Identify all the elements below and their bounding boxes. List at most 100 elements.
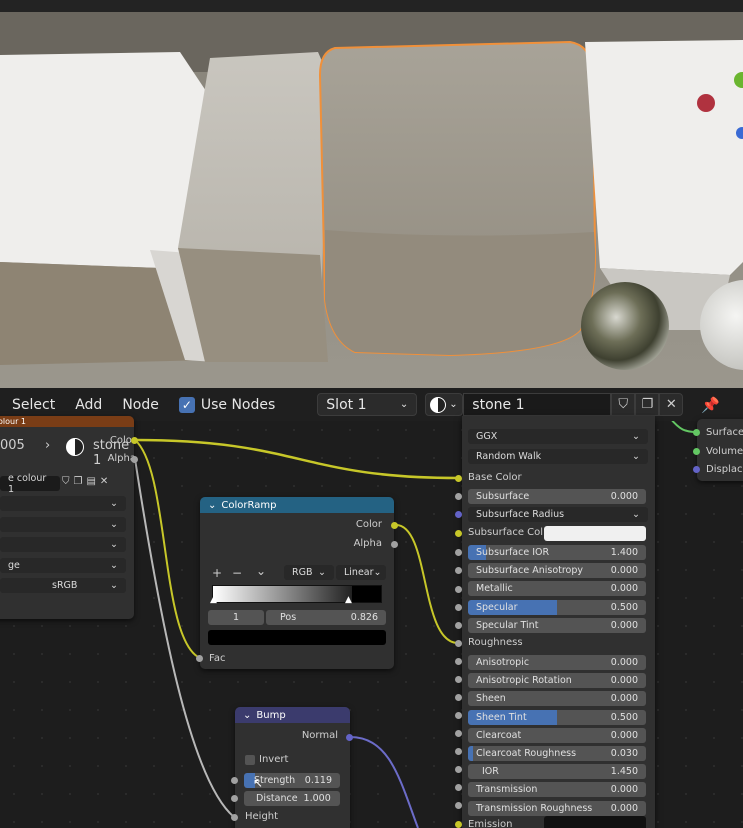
add-stop-button[interactable]: + [212, 566, 222, 580]
slot-dropdown[interactable]: Slot 1 ⌄ [317, 393, 418, 416]
pin-icon[interactable]: 📌 [701, 396, 720, 414]
menu-select[interactable]: Select [2, 397, 65, 413]
bsdf-field-specular-tint[interactable]: Specular Tint 0.000 [468, 618, 646, 633]
bsdf-field-subsurface-anisotropy[interactable]: Subsurface Anisotropy 0.000 [468, 563, 646, 578]
image-texture-node[interactable]: olour 1 005 › stone 1 Color Alpha e colo… [0, 416, 136, 619]
image-node-title: olour 1 [0, 417, 27, 426]
chevron-down-icon: ⌄ [632, 431, 640, 442]
interpolation-dropdown[interactable]: Linear ⌄ [336, 565, 386, 580]
specular-tint-socket[interactable] [455, 622, 462, 629]
bsdf-field-subsurface-ior[interactable]: Subsurface IOR 1.400 [468, 545, 646, 560]
chevron-right-icon[interactable]: › [45, 438, 50, 453]
emission-color-swatch[interactable] [544, 816, 646, 828]
image-projection-dropdown[interactable]: ⌄ [0, 517, 126, 532]
colorramp-alpha-socket[interactable] [391, 541, 398, 548]
displacement-socket[interactable] [693, 466, 700, 473]
color-ramp-gradient[interactable] [212, 585, 382, 603]
colorramp-color-socket[interactable] [391, 522, 398, 529]
field-value: 0.500 [610, 711, 638, 723]
ramp-stop-0[interactable]: ▲ [210, 595, 217, 605]
chevron-down-icon[interactable]: ⌄ [208, 500, 216, 511]
image-color-socket[interactable] [131, 437, 138, 444]
ior-socket[interactable] [455, 766, 462, 773]
ramp-stop-1[interactable]: ▲ [345, 595, 352, 605]
subsurface-ior-socket[interactable] [455, 549, 462, 556]
bump-node[interactable]: ⌄ Bump Normal Invert Strength 0.119 Dist… [235, 707, 350, 828]
roughness-socket[interactable] [455, 640, 462, 647]
image-datablock-icons[interactable]: ⛉❐▤✕ [62, 476, 112, 487]
subsurface-radius-dropdown[interactable]: Subsurface Radius ⌄ [468, 507, 648, 522]
distance-field[interactable]: Distance 1.000 [244, 791, 340, 806]
bump-height-socket[interactable] [231, 814, 238, 821]
metallic-socket[interactable] [455, 586, 462, 593]
ramp-menu-button[interactable]: ⌄ [256, 564, 266, 578]
material-name-field[interactable]: stone 1 [463, 393, 612, 416]
bsdf-field-transmission-roughness[interactable]: Transmission Roughness 0.000 [468, 800, 646, 816]
duplicate-material-button[interactable]: ❐ [635, 393, 660, 416]
colorramp-fac-socket[interactable] [196, 655, 203, 662]
menu-node[interactable]: Node [112, 397, 169, 413]
image-source-dropdown[interactable]: ge ⌄ [0, 558, 126, 573]
subsurface-method-dropdown[interactable]: Random Walk ⌄ [468, 449, 648, 464]
anisotropic-socket[interactable] [455, 658, 462, 665]
bump-strength-socket[interactable] [231, 777, 238, 784]
bsdf-field-metallic[interactable]: Metallic 0.000 [468, 581, 646, 596]
bsdf-field-specular[interactable]: Specular 0.500 [468, 600, 646, 615]
output-input-surface: Surface [706, 427, 743, 438]
bsdf-field-clearcoat[interactable]: Clearcoat 0.000 [468, 727, 646, 743]
chevron-down-icon[interactable]: ⌄ [243, 710, 251, 721]
use-nodes-checkbox[interactable]: ✓ [178, 396, 195, 413]
bsdf-field-sheen-tint[interactable]: Sheen Tint 0.500 [468, 709, 646, 725]
subsurface-socket[interactable] [455, 493, 462, 500]
surface-socket[interactable] [693, 429, 700, 436]
bsdf-field-clearcoat-roughness[interactable]: Clearcoat Roughness 0.030 [468, 746, 646, 761]
fake-user-button[interactable]: ⛉ [611, 393, 636, 416]
sheen-socket[interactable] [455, 694, 462, 701]
principled-bsdf-node[interactable]: GGX ⌄ Random Walk ⌄ Base Color Subsurface 0… [462, 416, 655, 828]
invert-checkbox[interactable] [245, 755, 255, 765]
stop-pos-value: 0.826 [350, 612, 378, 623]
colorramp-node[interactable]: ⌄ ColorRamp Color Alpha + − ⌄ RGB ⌄ Linea… [200, 497, 394, 669]
subsurface-color-socket[interactable] [455, 530, 462, 537]
bump-distance-socket[interactable] [231, 795, 238, 802]
transmission-roughness-socket[interactable] [455, 802, 462, 809]
distribution-dropdown[interactable]: GGX ⌄ [468, 429, 648, 444]
bsdf-field-sheen[interactable]: Sheen 0.000 [468, 691, 646, 707]
color-mode-value: RGB [292, 567, 313, 578]
image-extension-dropdown[interactable]: ⌄ [0, 537, 126, 552]
image-alpha-socket[interactable] [131, 456, 138, 463]
unlink-material-button[interactable]: ✕ [659, 393, 684, 416]
stop-index-field[interactable]: 1 [208, 610, 264, 625]
material-output-node[interactable]: Surface Volume Displace [697, 419, 743, 481]
stop-pos-field[interactable]: Pos 0.826 [266, 610, 386, 625]
image-datablock-field[interactable]: e colour 1 [0, 473, 60, 495]
image-interpolation-dropdown[interactable]: ⌄ [0, 496, 126, 511]
emission-socket[interactable] [455, 821, 462, 828]
transmission-socket[interactable] [455, 784, 462, 791]
bsdf-field-anisotropic[interactable]: Anisotropic 0.000 [468, 655, 646, 670]
colorramp-input-fac: Fac [209, 653, 226, 664]
clearcoat-roughness-socket[interactable] [455, 748, 462, 755]
remove-stop-button[interactable]: − [232, 566, 242, 580]
anisotropic-rotation-socket[interactable] [455, 676, 462, 683]
menu-add[interactable]: Add [65, 397, 112, 413]
bsdf-field-ior[interactable]: IOR 1.450 [468, 764, 646, 780]
base-color-socket[interactable] [455, 475, 462, 482]
subsurface-color-swatch[interactable] [544, 526, 646, 541]
subsurface-anisotropy-socket[interactable] [455, 567, 462, 574]
bsdf-field-subsurface[interactable]: Subsurface 0.000 [468, 489, 646, 504]
specular-socket[interactable] [455, 604, 462, 611]
bsdf-field-anisotropic-rotation[interactable]: Anisotropic Rotation 0.000 [468, 673, 646, 689]
image-colorspace-dropdown[interactable]: sRGB ⌄ [0, 578, 126, 593]
bump-normal-socket[interactable] [346, 734, 353, 741]
stop-color-swatch[interactable] [208, 630, 386, 645]
volume-socket[interactable] [693, 448, 700, 455]
sheen-tint-socket[interactable] [455, 712, 462, 719]
bsdf-field-transmission[interactable]: Transmission 0.000 [468, 782, 646, 798]
subsurface-radius-socket[interactable] [455, 511, 462, 518]
material-browse-button[interactable]: ⌄ [425, 393, 464, 416]
field-value: 0.000 [610, 583, 638, 594]
clearcoat-socket[interactable] [455, 730, 462, 737]
color-mode-dropdown[interactable]: RGB ⌄ [284, 565, 334, 580]
3d-viewport[interactable] [0, 0, 743, 388]
